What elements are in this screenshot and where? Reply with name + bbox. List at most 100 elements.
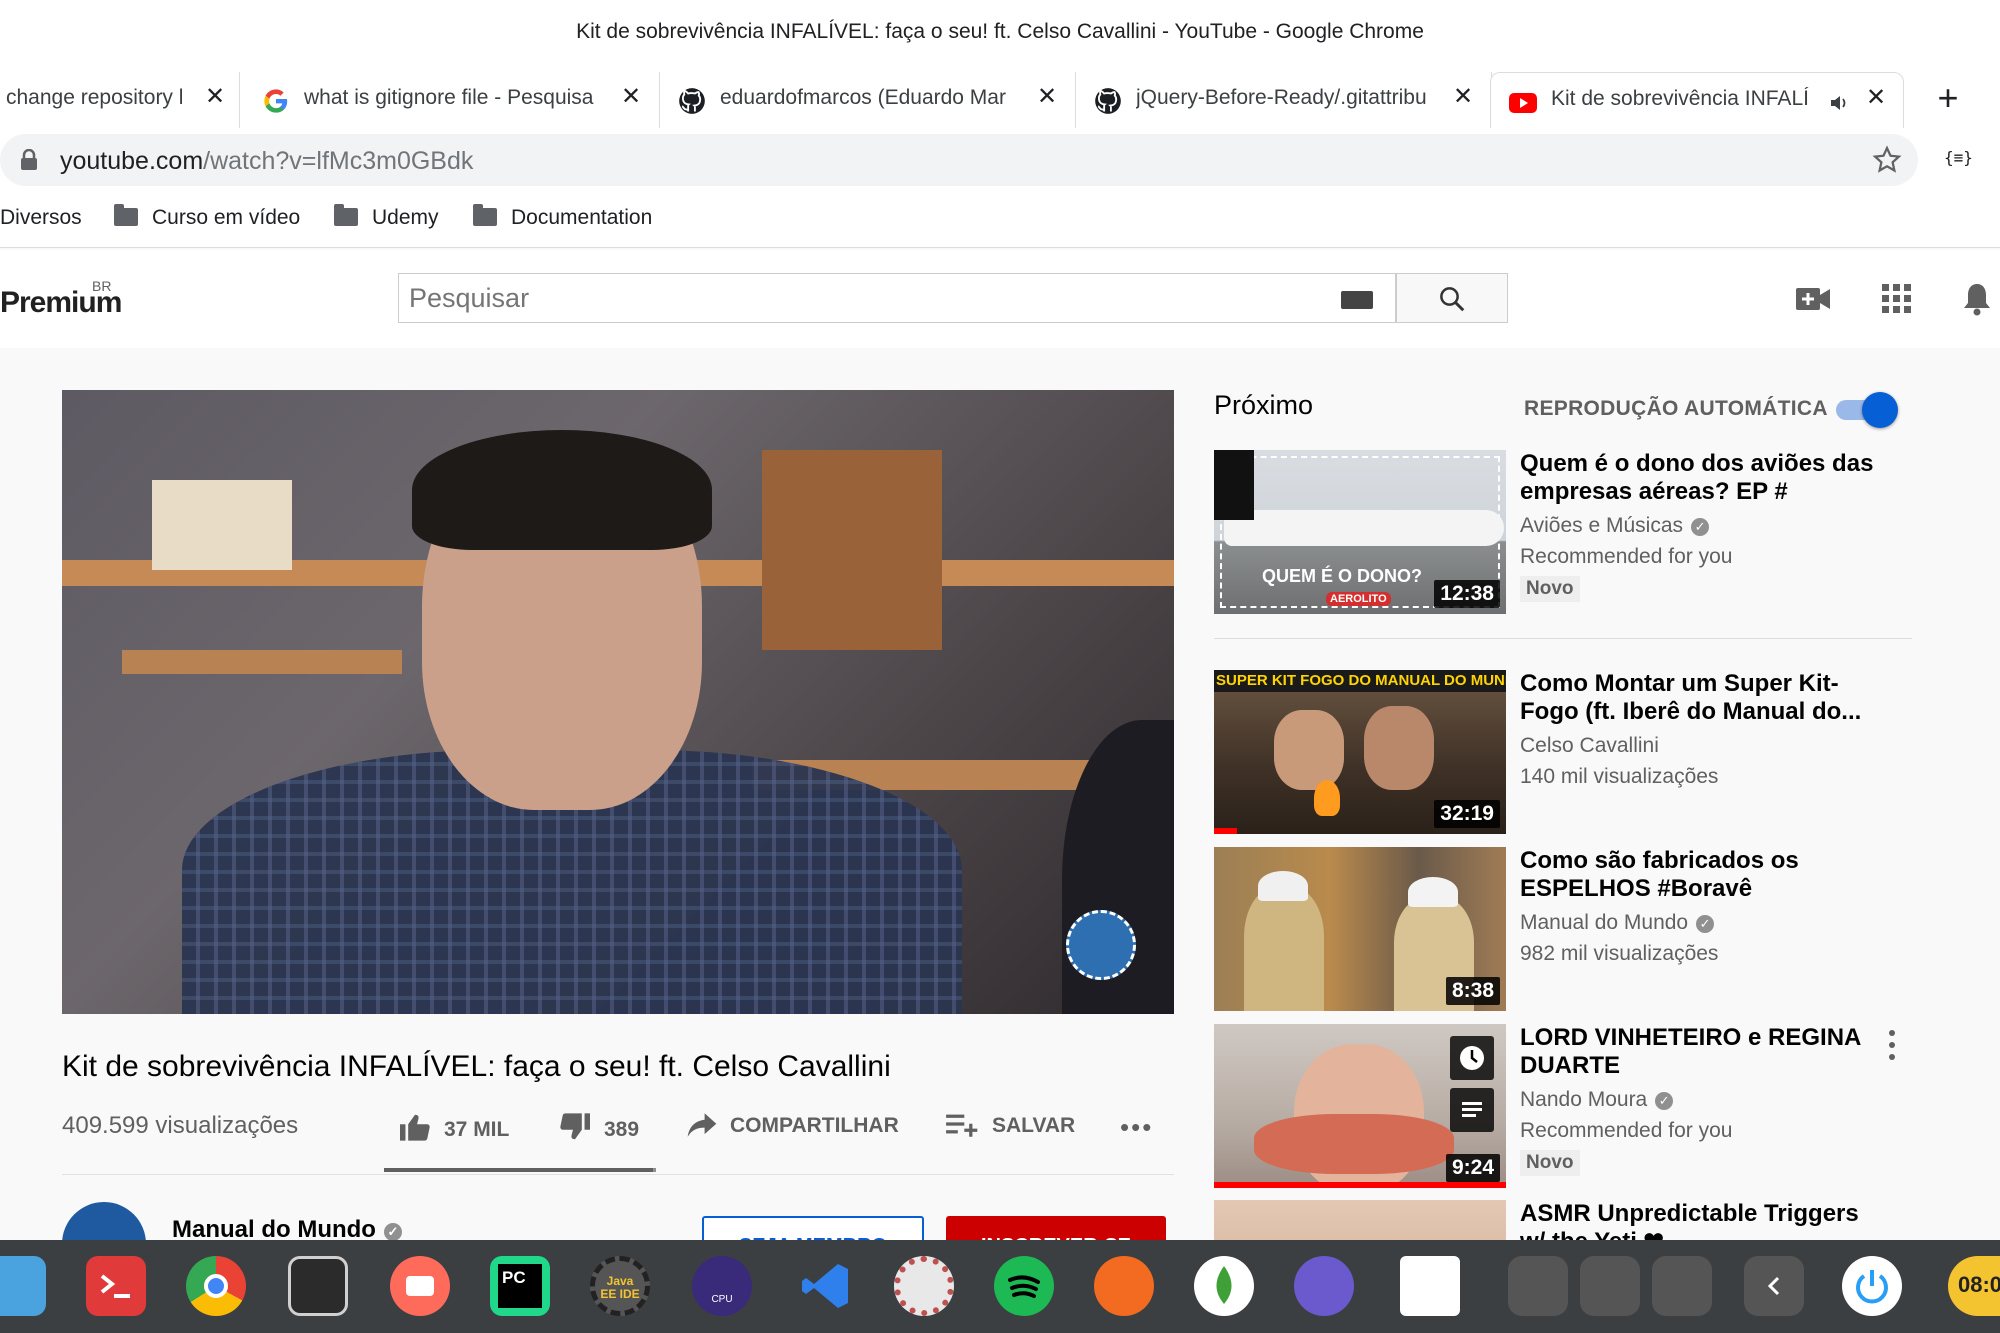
thumbnail-text: SUPER KIT FOGO DO MANUAL DO MUNDO [1214, 670, 1506, 692]
new-badge: Novo [1520, 1150, 1580, 1176]
recommendation-item[interactable]: SUPER KIT FOGO DO MANUAL DO MUNDO 32:19 … [1214, 670, 1994, 836]
like-count: 37 MIL [444, 1118, 510, 1141]
skype-icon[interactable] [1508, 1256, 1568, 1316]
search-input[interactable] [409, 282, 1309, 314]
clock-widget[interactable]: 08:09 [1948, 1256, 2000, 1316]
more-options-icon[interactable] [1886, 1028, 1898, 1062]
recommendation-title[interactable]: Quem é o dono dos aviões das empresas aé… [1520, 450, 1890, 506]
add-to-queue-icon[interactable] [1450, 1088, 1494, 1132]
url-host: youtube.com [60, 147, 204, 175]
text-editor-icon[interactable] [1400, 1256, 1460, 1316]
recommendation-title[interactable]: ASMR Unpredictable Triggers w/ the Yeti … [1520, 1200, 1890, 1240]
terminal-icon[interactable] [86, 1256, 146, 1316]
notes-icon[interactable] [288, 1256, 348, 1316]
screen-recorder-icon[interactable] [390, 1256, 450, 1316]
save-button[interactable]: SALVAR [946, 1112, 1075, 1138]
volume-icon[interactable] [1580, 1256, 1640, 1316]
recommendation-channel[interactable]: Celso Cavallini [1520, 734, 1659, 758]
tab-title: change repository l [6, 86, 184, 109]
pen-tool-icon[interactable] [1652, 1256, 1712, 1316]
video-thumbnail[interactable]: 8:38 [1214, 847, 1506, 1011]
recommendation-title[interactable]: Como são fabricados os ESPELHOS #Boravê [1520, 847, 1890, 903]
recommendation-channel[interactable]: Aviões e Músicas ✓ [1520, 514, 1710, 538]
add-to-playlist-icon [946, 1114, 978, 1137]
bookmark-documentation[interactable]: Documentation [473, 204, 652, 230]
channel-text: Nando Moura [1520, 1088, 1648, 1111]
recommendation-item[interactable]: ASMR Unpredictable Triggers w/ the Yeti … [1214, 1200, 1994, 1240]
tab-jquery-repo[interactable]: jQuery-Before-Ready/.gitattribu ✕ [1084, 72, 1492, 128]
youtube-premium-logo[interactable]: Premium BR [0, 278, 122, 320]
dislike-button[interactable]: 389 [558, 1112, 639, 1142]
thumbnail-subtext: AEROLITO [1326, 592, 1391, 606]
channel-watermark[interactable] [1066, 910, 1136, 980]
tab-close-icon[interactable]: ✕ [618, 84, 644, 110]
like-button[interactable]: 37 MIL [398, 1112, 509, 1142]
watch-later-icon[interactable] [1450, 1036, 1494, 1080]
tab-change-repository[interactable]: change repository l ✕ [0, 72, 240, 128]
tab-gitignore-search[interactable]: what is gitignore file - Pesquisa ✕ [252, 72, 660, 128]
tab-close-icon[interactable]: ✕ [1034, 84, 1060, 110]
vscode-icon[interactable] [796, 1256, 856, 1316]
recommendation-item[interactable]: QUEM É O DONO? AEROLITO 12:38 Quem é o d… [1214, 450, 1994, 620]
extension-icon[interactable]: {≡} [1944, 148, 1973, 167]
channel-text: Aviões e Músicas [1520, 514, 1684, 537]
tool-board [762, 450, 942, 650]
keyboard-icon[interactable] [1341, 291, 1373, 309]
watched-progress-bar [1214, 1182, 1506, 1188]
url-text: youtube.com/watch?v=lfMc3m0GBdk [60, 147, 473, 176]
video-thumbnail[interactable]: QUEM É O DONO? AEROLITO 12:38 [1214, 450, 1506, 614]
bookmark-star-icon[interactable] [1872, 145, 1902, 175]
tab-close-icon[interactable]: ✕ [1450, 84, 1476, 110]
recommendation-title[interactable]: Como Montar um Super Kit-Fogo (ft. Iberê… [1520, 670, 1890, 726]
apps-grid-icon[interactable] [1882, 284, 1912, 314]
tab-youtube-video[interactable]: Kit de sobrevivência INFALÍ ✕ [1490, 72, 1904, 128]
create-video-icon[interactable] [1796, 284, 1832, 314]
moon-icon[interactable] [1294, 1256, 1354, 1316]
autoplay-toggle[interactable] [1836, 392, 1898, 428]
verified-icon: ✓ [1655, 1092, 1674, 1110]
thumbs-down-icon [560, 1113, 590, 1140]
mongodb-icon[interactable] [1194, 1256, 1254, 1316]
bookmark-udemy[interactable]: Udemy [334, 204, 439, 230]
watched-progress-bar [1214, 828, 1238, 834]
java-ee-ide-icon[interactable]: Java EE IDE [590, 1256, 650, 1316]
github-icon [1095, 88, 1121, 114]
recommendation-item[interactable]: 9:24 LORD VINHETEIRO e REGINA DUARTE Nan… [1214, 1024, 1994, 1190]
verified-icon: ✓ [1691, 518, 1710, 536]
settings-icon[interactable] [894, 1256, 954, 1316]
speaker-icon[interactable] [1829, 93, 1851, 113]
chevron-left-icon[interactable] [1744, 1256, 1804, 1316]
bookmark-curso-em-video[interactable]: Curso em vídeo [114, 204, 300, 230]
video-thumbnail[interactable] [1214, 1200, 1506, 1240]
search-box[interactable] [398, 273, 1396, 323]
pen-icon[interactable] [1094, 1256, 1154, 1316]
spotify-icon[interactable] [994, 1256, 1054, 1316]
recommendation-title[interactable]: LORD VINHETEIRO e REGINA DUARTE [1520, 1024, 1890, 1080]
tab-title: Kit de sobrevivência INFALÍ [1551, 87, 1809, 110]
power-icon[interactable] [1842, 1256, 1902, 1316]
search-button[interactable] [1396, 273, 1508, 323]
lock-icon[interactable] [20, 149, 38, 171]
cpu-monitor-icon[interactable]: CPU [692, 1256, 752, 1316]
chrome-icon[interactable] [186, 1256, 246, 1316]
new-tab-button[interactable]: + [1928, 80, 1968, 120]
finder-icon[interactable] [0, 1256, 46, 1316]
tab-close-icon[interactable]: ✕ [202, 84, 228, 110]
bookmark-diversos[interactable]: Diversos [0, 206, 82, 230]
pycharm-icon[interactable]: PC [490, 1256, 550, 1316]
tab-github-profile[interactable]: eduardofmarcos (Eduardo Mar ✕ [668, 72, 1076, 128]
video-player[interactable] [62, 390, 1174, 1014]
recommendation-item[interactable]: 8:38 Como são fabricados os ESPELHOS #Bo… [1214, 847, 1994, 1013]
video-thumbnail[interactable]: 9:24 [1214, 1024, 1506, 1188]
video-thumbnail[interactable]: SUPER KIT FOGO DO MANUAL DO MUNDO 32:19 [1214, 670, 1506, 834]
address-bar[interactable]: youtube.com/watch?v=lfMc3m0GBdk [0, 134, 1918, 186]
video-title: Kit de sobrevivência INFALÍVEL: faça o s… [62, 1050, 891, 1083]
recommendation-channel[interactable]: Manual do Mundo ✓ [1520, 911, 1715, 935]
recommendation-channel[interactable]: Nando Moura ✓ [1520, 1088, 1674, 1112]
tab-close-icon[interactable]: ✕ [1863, 85, 1889, 111]
youtube-icon [1509, 93, 1537, 113]
notifications-bell-icon[interactable] [1962, 282, 1992, 316]
share-button[interactable]: COMPARTILHAR [686, 1112, 899, 1138]
more-actions-button[interactable]: ••• [1120, 1112, 1153, 1143]
share-label: COMPARTILHAR [730, 1114, 899, 1137]
